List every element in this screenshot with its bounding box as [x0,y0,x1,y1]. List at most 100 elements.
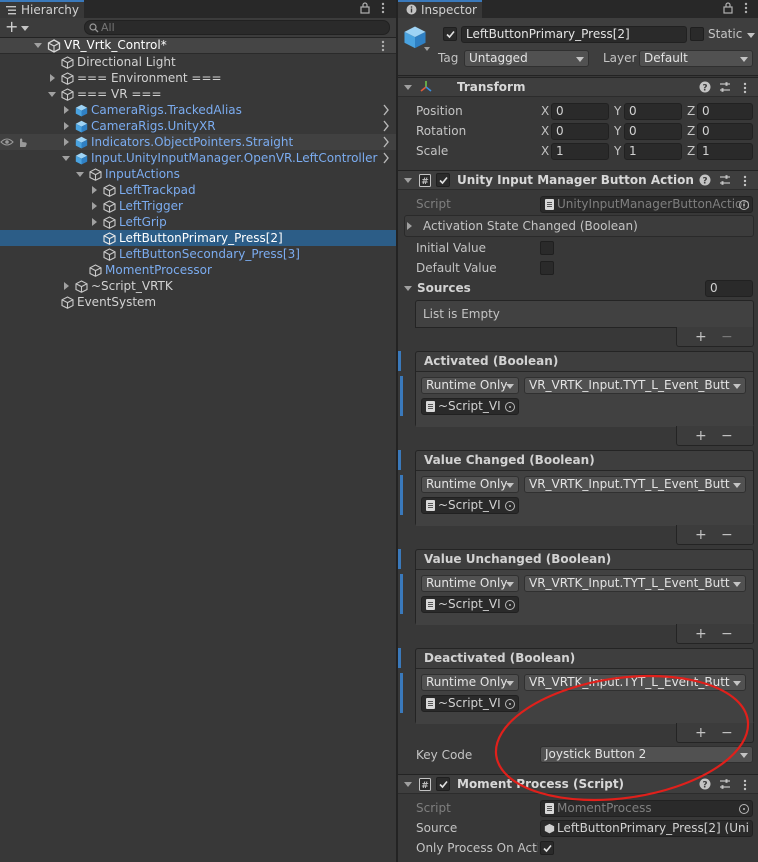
chevron-right-icon[interactable] [382,151,390,165]
expand-arrow-icon[interactable] [92,186,97,194]
activation-state-foldout[interactable]: Activation State Changed (Boolean) [404,215,754,237]
remove-listener-button[interactable]: − [721,627,733,641]
default-value-checkbox[interactable] [540,261,554,275]
component-enabled-checkbox[interactable] [436,777,450,791]
hierarchy-item-directional-light[interactable]: Directional Light [0,54,396,70]
pickable-hand-icon[interactable] [17,136,28,148]
position-z-field[interactable]: 0 [697,103,753,120]
remove-listener-button[interactable]: − [721,528,733,542]
help-icon[interactable]: ? [699,81,711,93]
rotation-x-field[interactable]: 0 [551,123,609,140]
hierarchy-item-momentprocessor[interactable]: MomentProcessor [0,262,396,278]
add-dropdown-icon[interactable] [21,26,29,31]
runtime-mode-dropdown[interactable]: Runtime Only [421,476,519,493]
scene-row[interactable]: VR_Vrtk_Control* [0,38,396,54]
hierarchy-item-lefttrigger[interactable]: LeftTrigger [0,198,396,214]
position-y-field[interactable]: 0 [624,103,682,120]
inspector-tab[interactable]: Inspector [398,0,482,18]
search-input[interactable] [101,21,381,34]
remove-listener-button[interactable]: − [721,429,733,443]
expand-arrow-icon[interactable] [50,74,55,82]
rotation-y-field[interactable]: 0 [624,123,682,140]
hierarchy-item-leftbuttonprimary-press[interactable]: LeftButtonPrimary_Press[2] [0,230,396,246]
expand-arrow-icon[interactable] [92,218,97,226]
object-picker-icon[interactable] [505,402,515,412]
chevron-right-icon[interactable] [382,135,390,149]
hierarchy-item-script-vrtk[interactable]: ~Script_VRTK [0,278,396,294]
static-checkbox[interactable] [690,27,704,41]
hierarchy-item-inputactions[interactable]: InputActions [0,166,396,182]
sources-count-field[interactable]: 0 [705,280,753,297]
lock-icon[interactable] [723,2,733,14]
expand-arrow-icon[interactable] [64,282,69,290]
rotation-z-field[interactable]: 0 [697,123,753,140]
runtime-mode-dropdown[interactable]: Runtime Only [421,377,519,394]
icon-dropdown-icon[interactable] [424,47,430,51]
static-dropdown-icon[interactable] [747,33,755,38]
add-listener-button[interactable]: + [695,429,707,443]
component-enabled-checkbox[interactable] [436,173,450,187]
expand-arrow-icon[interactable] [64,106,69,114]
object-picker-icon[interactable] [505,501,515,511]
foldout-arrow-icon[interactable] [404,178,412,183]
kebab-menu-icon[interactable] [744,2,748,14]
scale-z-field[interactable]: 1 [697,143,753,160]
chevron-right-icon[interactable] [382,119,390,133]
lock-icon[interactable] [360,2,370,14]
tag-dropdown[interactable]: Untagged [464,50,589,67]
target-object-field[interactable]: ~Script_VI [421,398,519,415]
active-checkbox[interactable] [443,27,457,41]
visibility-eye-icon[interactable] [0,137,14,147]
preset-sliders-icon[interactable] [719,81,731,93]
expand-arrow-icon[interactable] [48,92,56,97]
scale-x-field[interactable]: 1 [551,143,609,160]
foldout-arrow-icon[interactable] [404,782,412,787]
expand-arrow-icon[interactable] [34,43,42,48]
hierarchy-tab[interactable]: Hierarchy [0,0,84,18]
function-dropdown[interactable]: VR_VRTK_Input.TYT_L_Event_Butt [524,476,746,493]
scene-menu-icon[interactable] [381,40,385,52]
foldout-arrow-icon[interactable] [404,85,412,90]
function-dropdown[interactable]: VR_VRTK_Input.TYT_L_Event_Butt [524,575,746,592]
help-icon[interactable]: ? [699,174,711,186]
hierarchy-search-field[interactable] [84,20,390,35]
preset-sliders-icon[interactable] [719,174,731,186]
foldout-arrow-icon[interactable] [407,222,412,230]
kebab-menu-icon[interactable] [381,2,385,14]
component-menu-icon[interactable] [743,82,747,94]
function-dropdown[interactable]: VR_VRTK_Input.TYT_L_Event_Butt [524,377,746,394]
expand-arrow-icon[interactable] [64,122,69,130]
target-object-field[interactable]: ~Script_VI [421,497,519,514]
object-name-field[interactable]: LeftButtonPrimary_Press[2] [461,26,687,43]
chevron-right-icon[interactable] [382,103,390,117]
target-object-field[interactable]: ~Script_VI [421,596,519,613]
expand-arrow-icon[interactable] [64,138,69,146]
sources-foldout-icon[interactable] [404,286,412,291]
add-element-button[interactable]: + [695,330,707,344]
expand-arrow-icon[interactable] [76,172,84,177]
hierarchy-item-leftbuttonsecondary-press[interactable]: LeftButtonSecondary_Press[3] [0,246,396,262]
hierarchy-item-input-leftcontroller[interactable]: Input.UnityInputManager.OpenVR.LeftContr… [0,150,396,166]
hierarchy-item-leftgrip[interactable]: LeftGrip [0,214,396,230]
hierarchy-item-eventsystem[interactable]: EventSystem [0,294,396,310]
button-action-header[interactable]: # Unity Input Manager Button Action (Scr… [398,170,758,190]
component-menu-icon[interactable] [743,175,747,187]
expand-arrow-icon[interactable] [92,202,97,210]
position-x-field[interactable]: 0 [551,103,609,120]
hierarchy-item-camerarigs-unityxr[interactable]: CameraRigs.UnityXR [0,118,396,134]
hierarchy-item-vr[interactable]: === VR === [0,86,396,102]
hierarchy-item-camerarigs-trackedalias[interactable]: CameraRigs.TrackedAlias [0,102,396,118]
only-process-checkbox[interactable] [540,841,554,855]
add-listener-button[interactable]: + [695,627,707,641]
initial-value-checkbox[interactable] [540,241,554,255]
layer-dropdown[interactable]: Default [639,50,753,67]
hierarchy-item-indicators-objectpointers[interactable]: Indicators.ObjectPointers.Straight [0,134,396,150]
add-button[interactable]: + [5,17,18,36]
add-listener-button[interactable]: + [695,528,707,542]
scale-y-field[interactable]: 1 [624,143,682,160]
expand-arrow-icon[interactable] [62,156,70,161]
transform-header[interactable]: Transform ? [398,77,758,97]
hierarchy-item-environment[interactable]: === Environment === [0,70,396,86]
source-object-field[interactable]: LeftButtonPrimary_Press[2] (Uni [540,820,753,837]
object-picker-icon[interactable] [505,600,515,610]
